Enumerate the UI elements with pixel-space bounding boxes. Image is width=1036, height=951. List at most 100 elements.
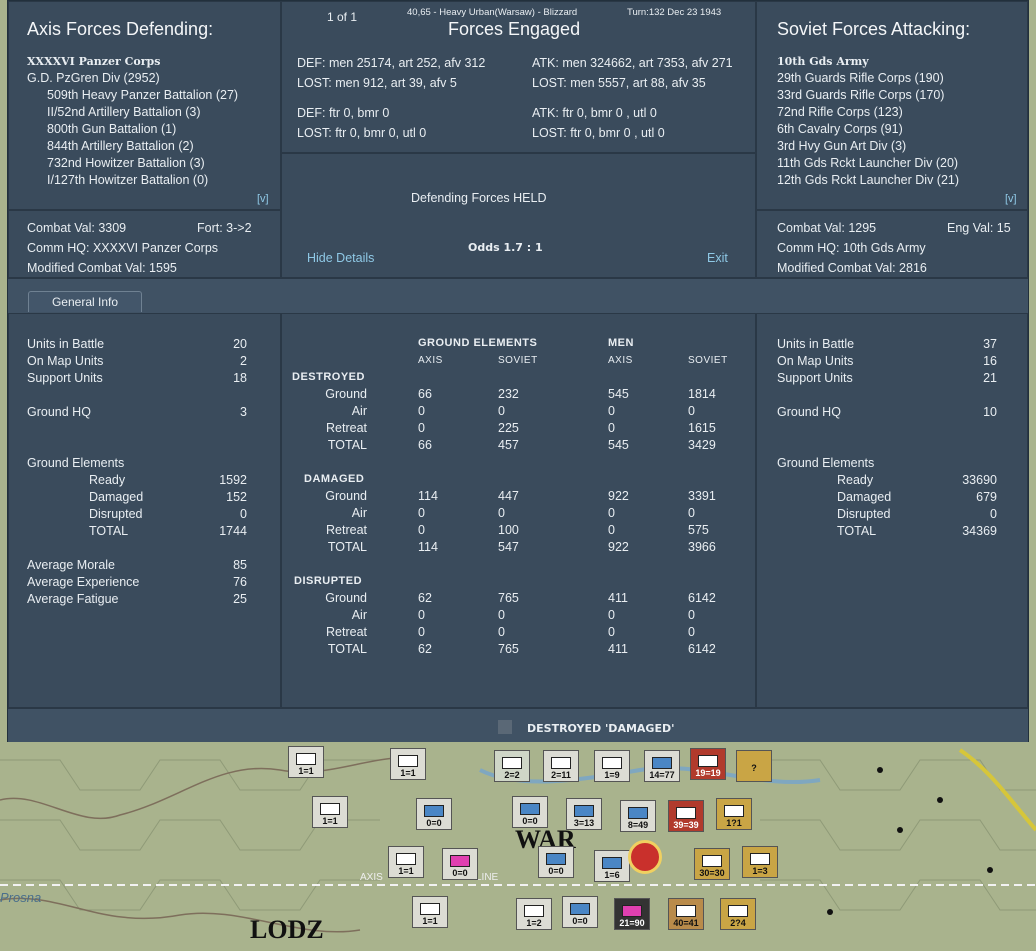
axis-unit[interactable]: 732nd Howitzer Battalion (3) — [47, 156, 205, 171]
map-label-warsaw: WAR — [515, 825, 576, 854]
soviet-unit[interactable]: 29th Guards Rifle Corps (190) — [777, 71, 944, 86]
map-unit[interactable]: 0=0 — [538, 846, 574, 878]
axis-stat-label: Disrupted — [89, 507, 143, 521]
axis-stat-label: Average Fatigue — [27, 592, 119, 606]
soviet-stat-value: 37 — [983, 337, 997, 351]
tab-general-info[interactable]: General Info — [28, 291, 142, 312]
def-lost-men: LOST: men 912, art 39, afv 5 — [297, 76, 457, 90]
axis-unit[interactable]: 800th Gun Battalion (1) — [47, 122, 176, 137]
battle-result-panel: Defending Forces HELD Odds 1.7 : 1 Hide … — [281, 153, 756, 278]
axis-unit-corps[interactable]: XXXXVI Panzer Corps — [27, 54, 160, 69]
atk-lost-men: LOST: men 5557, art 88, afv 35 — [532, 76, 706, 90]
losses-row-label: Air — [351, 506, 367, 520]
losses-cell: 547 — [498, 540, 519, 554]
losses-section-title: DAMAGED — [304, 473, 365, 485]
map-unit[interactable]: 19=19 — [690, 748, 726, 780]
losses-cell: 225 — [498, 421, 519, 435]
axis-unit[interactable]: G.D. PzGren Div (2952) — [27, 71, 160, 86]
losses-cell: 100 — [498, 523, 519, 537]
axis-stat-label: Ready — [89, 473, 126, 487]
map-label-lodz: LODZ — [250, 915, 324, 944]
soviet-stat-value: 10 — [983, 405, 997, 419]
map-unit[interactable]: 1=1 — [412, 896, 448, 928]
losses-col-soviet: SOVIET — [498, 355, 538, 366]
map-unit[interactable]: 14=77 — [644, 750, 680, 782]
soviet-unit[interactable]: 6th Cavalry Corps (91) — [777, 122, 903, 137]
map-unit[interactable]: 0=0 — [442, 848, 478, 880]
losses-cell: 3966 — [688, 540, 716, 554]
losses-cell: 0 — [498, 506, 505, 520]
map-unit[interactable]: 2=2 — [494, 750, 530, 782]
losses-cell: 922 — [608, 540, 629, 554]
map-unit[interactable]: 8=49 — [620, 800, 656, 832]
dialog-footer: DESTROYED 'DAMAGED' — [8, 708, 1028, 742]
axis-stat-label: TOTAL — [89, 524, 129, 538]
losses-cell: 922 — [608, 489, 629, 503]
map-unit[interactable]: 0=0 — [416, 798, 452, 830]
soviet-stat-label: Units in Battle — [777, 337, 855, 351]
losses-cell: 575 — [688, 523, 709, 537]
axis-unit[interactable]: 509th Heavy Panzer Battalion (27) — [47, 88, 238, 103]
map-unit[interactable]: 1=1 — [388, 846, 424, 878]
losses-cell: 545 — [608, 438, 629, 452]
map-unit[interactable]: 40=41 — [668, 898, 704, 930]
losses-cell: 545 — [608, 387, 629, 401]
losses-row-label: Retreat — [326, 523, 367, 537]
soviet-unit[interactable]: 12th Gds Rckt Launcher Div (21) — [777, 173, 959, 188]
map-unit[interactable]: 1=9 — [594, 750, 630, 782]
map-unit[interactable]: 0=0 — [512, 796, 548, 828]
map-unit[interactable]: 2=11 — [543, 750, 579, 782]
map-unit[interactable]: 1?1 — [716, 798, 752, 830]
soviet-stat-value: 21 — [983, 371, 997, 385]
battle-odds: Odds 1.7 : 1 — [468, 241, 543, 254]
soviet-forces-panel: Soviet Forces Attacking: 10th Gds Army 2… — [756, 1, 1028, 210]
axis-unit[interactable]: I/127th Howitzer Battalion (0) — [47, 173, 208, 188]
tab-strip — [8, 278, 1028, 313]
losses-col-axis: AXIS — [418, 355, 443, 366]
map-unit[interactable]: 1=2 — [516, 898, 552, 930]
losses-cell: 66 — [418, 438, 432, 452]
soviet-eng-val: Eng Val: 15 — [947, 221, 1011, 235]
axis-stat-label: Average Experience — [27, 575, 140, 589]
map-unit[interactable]: 1=1 — [390, 748, 426, 780]
exit-button[interactable]: Exit — [707, 251, 728, 266]
axis-expand-button[interactable]: [v] — [257, 192, 269, 207]
losses-cell: 0 — [418, 608, 425, 622]
axis-stat-value: 85 — [233, 558, 247, 572]
soviet-stat-label: On Map Units — [777, 354, 854, 368]
axis-unit[interactable]: 844th Artillery Battalion (2) — [47, 139, 194, 154]
losses-row-label: TOTAL — [327, 540, 367, 554]
map-unit[interactable]: 1=1 — [312, 796, 348, 828]
map-label-axis: AXIS — [360, 872, 383, 883]
axis-stat-value: 1592 — [219, 473, 247, 487]
map-unit[interactable]: 1=3 — [742, 846, 778, 878]
map-unit[interactable]: 3=13 — [566, 798, 602, 830]
map-unit[interactable]: 21=90 — [614, 898, 650, 930]
map-unit[interactable]: ? — [736, 750, 772, 782]
axis-stat-label: Damaged — [89, 490, 144, 504]
soviet-expand-button[interactable]: [v] — [1005, 192, 1017, 207]
soviet-unit-army[interactable]: 10th Gds Army — [777, 54, 869, 69]
losses-cell: 765 — [498, 642, 519, 656]
soviet-stats-panel: Units in Battle 37 On Map Units 16 Suppo… — [756, 313, 1028, 708]
losses-cell: 411 — [608, 591, 628, 605]
map-unit[interactable]: 39=39 — [668, 800, 704, 832]
soviet-unit[interactable]: 72nd Rifle Corps (123) — [777, 105, 903, 120]
location-info: 40,65 - Heavy Urban(Warsaw) - Blizzard — [407, 7, 578, 18]
map-unit[interactable]: 2?4 — [720, 898, 756, 930]
map-unit[interactable]: 1=1 — [288, 746, 324, 778]
axis-stat-label: On Map Units — [27, 354, 104, 368]
def-lost-air: LOST: ftr 0, bmr 0, utl 0 — [297, 126, 427, 140]
hide-details-button[interactable]: Hide Details — [307, 251, 374, 266]
losses-cell: 1814 — [688, 387, 716, 401]
map-unit[interactable]: 0=0 — [562, 896, 598, 928]
axis-unit[interactable]: II/52nd Artillery Battalion (3) — [47, 105, 201, 120]
soviet-unit[interactable]: 11th Gds Rckt Launcher Div (20) — [777, 156, 958, 171]
soviet-unit[interactable]: 33rd Guards Rifle Corps (170) — [777, 88, 944, 103]
soviet-stat-label: Ground Elements — [777, 456, 875, 470]
map-unit[interactable]: 30=30 — [694, 848, 730, 880]
combat-marker-icon[interactable] — [628, 840, 662, 874]
soviet-unit[interactable]: 3rd Hvy Gun Art Div (3) — [777, 139, 906, 154]
footer-checkbox[interactable] — [498, 720, 512, 734]
map-unit[interactable]: 1=6 — [594, 850, 630, 882]
